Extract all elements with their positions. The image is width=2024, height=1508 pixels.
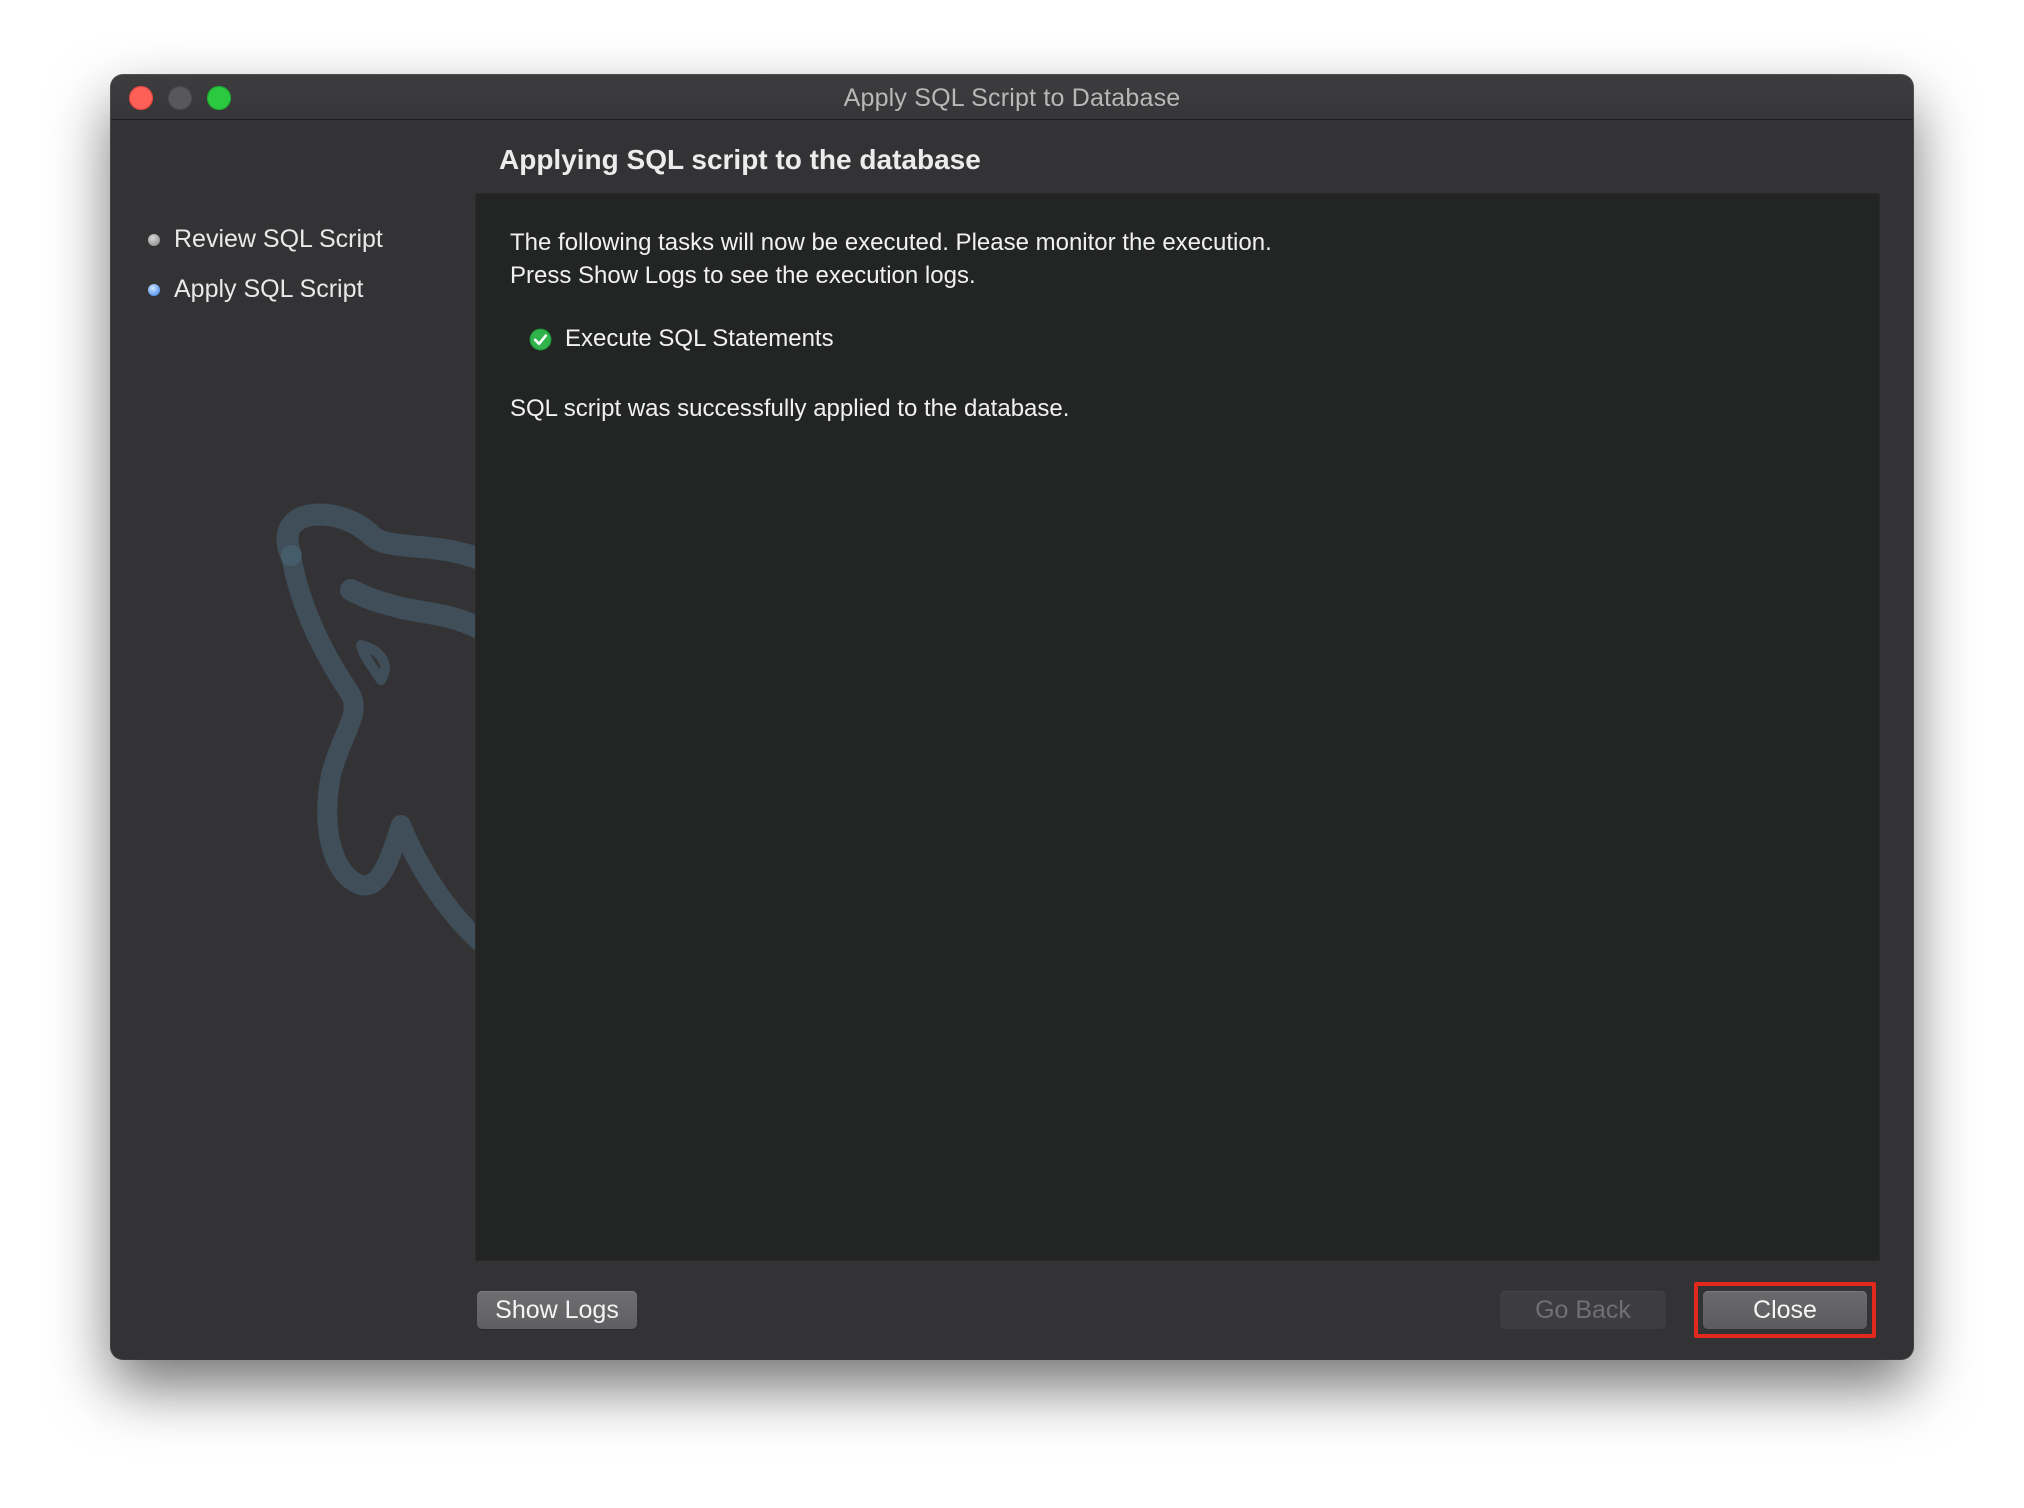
step-done-dot-icon xyxy=(148,233,160,246)
page-heading: Applying SQL script to the database xyxy=(499,144,981,175)
check-circle-icon xyxy=(529,327,552,351)
show-logs-button[interactable]: Show Logs xyxy=(477,1291,637,1329)
step-apply-sql-script: Apply SQL Script xyxy=(148,275,363,304)
go-back-button[interactable]: Go Back xyxy=(1500,1291,1666,1329)
intro-line: Press Show Logs to see the execution log… xyxy=(510,262,976,289)
execution-panel: The following tasks will now be executed… xyxy=(475,193,1880,1261)
result-message: SQL script was successfully applied to t… xyxy=(510,395,1070,422)
intro-text: The following tasks will now be executed… xyxy=(510,226,1272,292)
window-title: Apply SQL Script to Database xyxy=(843,84,1181,112)
step-label: Review SQL Script xyxy=(174,225,383,253)
task-label: Execute SQL Statements xyxy=(565,325,834,352)
step-label: Apply SQL Script xyxy=(174,275,364,303)
intro-line: The following tasks will now be executed… xyxy=(510,229,1272,256)
close-button[interactable]: Close xyxy=(1703,1291,1867,1329)
title-bar: Apply SQL Script to Database xyxy=(111,75,1913,120)
dialog-window: Apply SQL Script to Database Review SQL … xyxy=(111,75,1913,1359)
step-review-sql-script: Review SQL Script xyxy=(148,225,383,254)
task-execute-sql-statements: Execute SQL Statements xyxy=(529,325,834,353)
step-active-dot-icon xyxy=(148,283,160,296)
